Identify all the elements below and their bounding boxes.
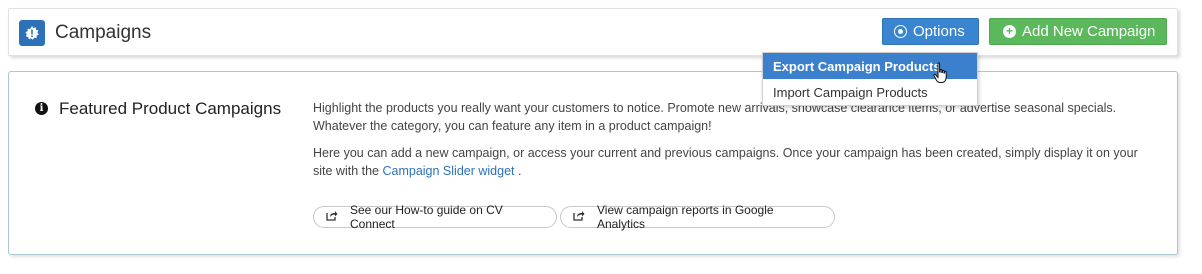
add-new-campaign-button[interactable]: + Add New Campaign (989, 18, 1167, 45)
options-label: Options (913, 23, 965, 40)
how-to-guide-button[interactable]: See our How-to guide on CV Connect (313, 203, 557, 231)
hand-pointer-cursor-icon (932, 62, 952, 91)
intro-paragraph: Highlight the products you really want y… (313, 101, 1117, 133)
info-icon: i (35, 102, 48, 115)
options-button[interactable]: Options (882, 18, 979, 45)
how-to-guide-label: See our How-to guide on CV Connect (350, 203, 503, 231)
page-header: Campaigns Options + Add New Campaign (8, 8, 1178, 56)
instructions-trailing-text: . (514, 164, 522, 178)
add-campaign-label: Add New Campaign (1022, 23, 1156, 40)
panel-title: Featured Product Campaigns (59, 99, 282, 118)
campaign-reports-button[interactable]: View campaign reports in Google Analytic… (560, 203, 835, 231)
instructions-paragraph: Here you can add a new campaign, or acce… (313, 144, 1153, 180)
featured-campaigns-panel: i Featured Product Campaigns Highlight t… (8, 71, 1178, 255)
plus-circle-icon: + (1003, 25, 1016, 38)
campaign-reports-label: View campaign reports in Google Analytic… (597, 203, 774, 231)
options-circle-icon (894, 25, 907, 38)
external-share-icon (573, 210, 585, 224)
external-share-icon (326, 210, 338, 224)
campaign-badge-icon (19, 20, 45, 46)
page-title: Campaigns (55, 22, 152, 43)
campaign-slider-widget-link[interactable]: Campaign Slider widget (382, 164, 514, 178)
